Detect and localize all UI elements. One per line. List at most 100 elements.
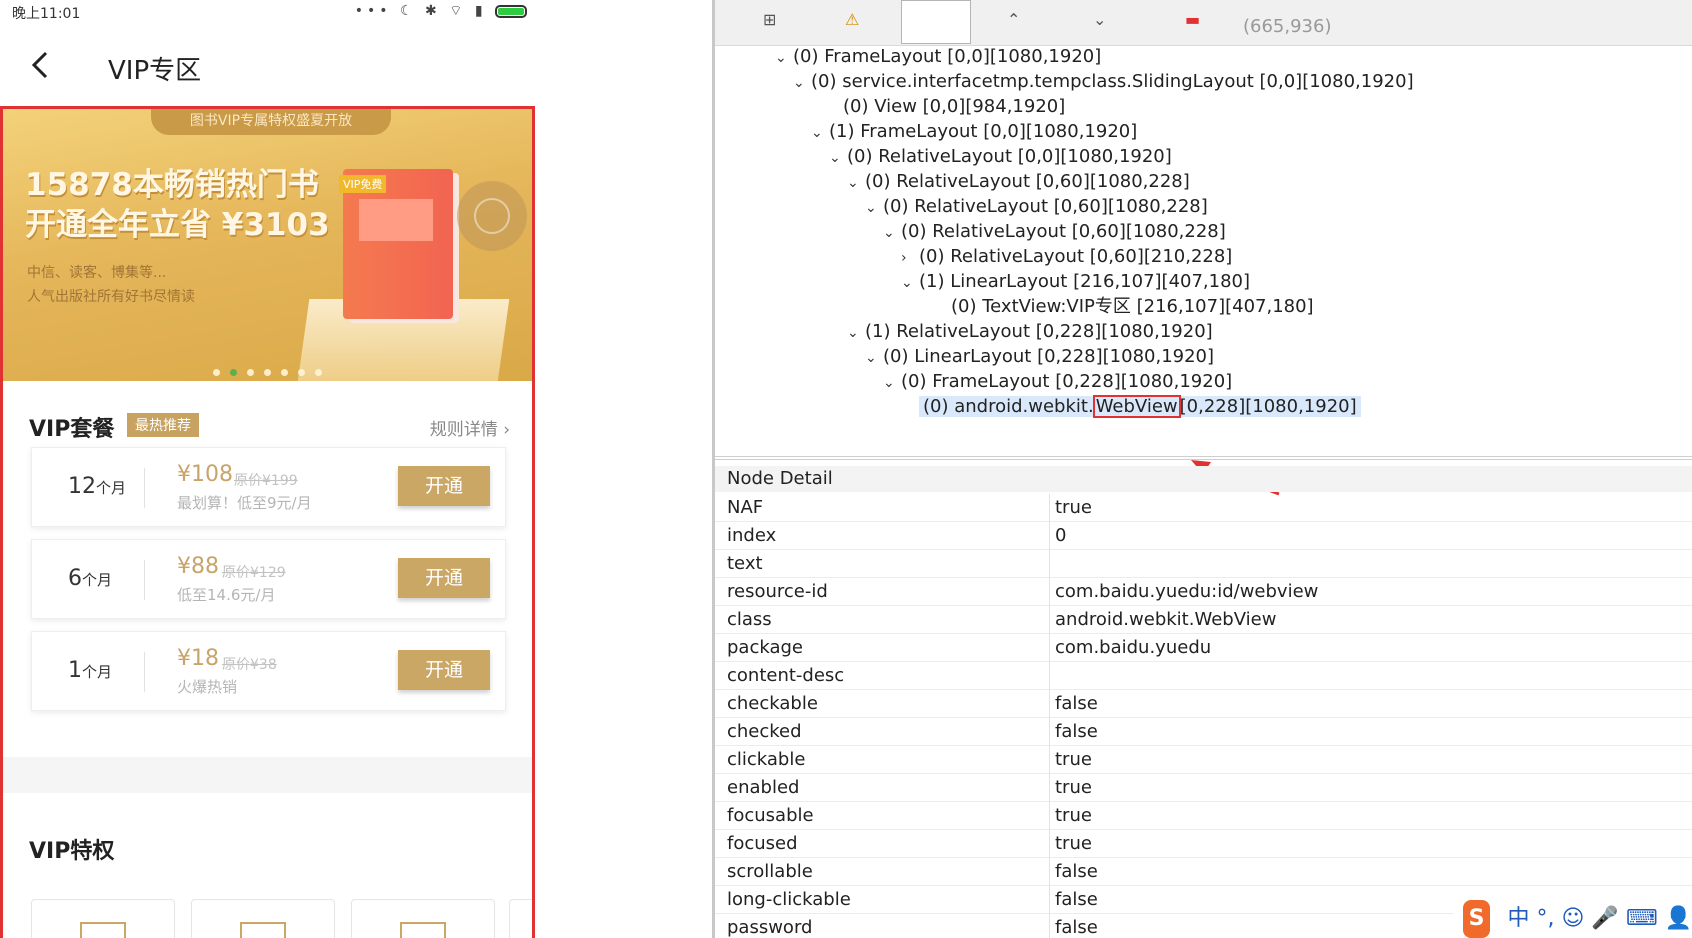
microphone-icon[interactable]: 🎤 [1591,906,1618,931]
detail-row[interactable]: content-desc [715,662,1692,690]
detail-key: checkable [727,693,818,714]
tree-node-label: (0) LinearLayout [0,228][1080,1920] [883,346,1215,367]
tree-node[interactable]: ⌄ (0) RelativeLayout [0,60][1080,228] [883,219,1226,245]
chevron-down-icon[interactable]: ⌄ [829,145,847,171]
tree-node[interactable]: ⌄ (1) RelativeLayout [0,228][1080,1920] [847,319,1213,345]
warning-icon[interactable]: ⚠ [845,10,859,29]
detail-row[interactable]: focused true [715,830,1692,858]
chevron-down-icon[interactable]: ⌄ [847,170,865,196]
detail-row[interactable]: scrollable false [715,858,1692,886]
detail-row[interactable]: text [715,550,1692,578]
tree-node[interactable]: ⌄ (0) service.interfacetmp.tempclass.Slid… [793,69,1414,95]
plan-card-1m[interactable]: 1个月 ¥18 原价¥38 火爆热销 开通 [31,631,506,711]
back-icon[interactable] [28,50,52,80]
detail-key: scrollable [727,861,813,882]
open-button-1m[interactable]: 开通 [398,650,490,690]
ime-toolbar[interactable]: S 中 °, ☺ 🎤 ⌨ 👤 [1452,900,1692,938]
plan-months-unit: 个月 [82,571,113,589]
tree-node[interactable]: (0) TextView:VIP专区 [216,107][407,180] [933,294,1314,320]
detail-row[interactable]: resource-id com.baidu.yuedu:id/webview [715,578,1692,606]
chevron-down-icon[interactable]: ⌄ [883,370,901,396]
keyboard-icon[interactable]: ⌨ [1626,906,1658,931]
open-button-6m[interactable]: 开通 [398,558,490,598]
carousel-dot[interactable] [247,369,254,376]
detail-key: password [727,917,813,938]
webview-highlight[interactable]: 图书VIP专属特权盛夏开放 15878本畅销热门书 开通全年立省 ¥3103 中… [0,106,535,938]
chevron-down-icon[interactable]: ⌄ [865,345,883,371]
detail-row[interactable]: enabled true [715,774,1692,802]
chevron-down-icon[interactable]: ⌄ [865,195,883,221]
carousel-dot[interactable] [230,369,237,376]
open-button-12m[interactable]: 开通 [398,466,490,506]
tree-node[interactable]: › (0) RelativeLayout [0,60][210,228] [901,244,1232,270]
expand-all-icon[interactable]: ⊞ [763,10,776,29]
plan-card-6m[interactable]: 6个月 ¥88 原价¥129 低至14.6元/月 开通 [31,539,506,619]
detail-row[interactable]: focusable true [715,802,1692,830]
detail-row[interactable]: clickable true [715,746,1692,774]
tree-node[interactable]: ⌄ (1) LinearLayout [216,107][407,180] [901,269,1250,295]
tree-node[interactable]: ⌄ (1) FrameLayout [0,0][1080,1920] [811,119,1137,145]
privilege-card[interactable] [31,899,175,938]
detail-row[interactable]: package com.baidu.yuedu [715,634,1692,662]
chevron-down-icon[interactable]: ⌄ [847,320,865,346]
emoji-icon[interactable]: ☺ [1561,906,1584,931]
ime-punct-icon[interactable]: °, [1536,906,1554,931]
user-icon[interactable]: 👤 [1665,906,1692,931]
rules-link[interactable]: 规则详情 › [430,415,510,440]
tree-node[interactable]: ⌄ (0) RelativeLayout [0,60][1080,228] [847,169,1190,195]
plan-card-12m[interactable]: 12个月 ¥108 原价¥199 最划算！低至9元/月 开通 [31,447,506,527]
detail-row[interactable]: index 0 [715,522,1692,550]
privilege-icon [240,922,286,938]
promo-banner[interactable]: 图书VIP专属特权盛夏开放 15878本畅销热门书 开通全年立省 ¥3103 中… [3,109,532,381]
chevron-right-icon[interactable]: › [901,245,919,271]
chevron-down-icon[interactable]: ⌄ [793,70,811,96]
carousel-dot[interactable] [264,369,271,376]
chevron-down-icon[interactable]: ⌄ [901,270,919,296]
detail-value: android.webkit.WebView [1055,609,1277,630]
carousel-dot[interactable] [281,369,288,376]
detail-key: text [727,553,763,574]
plans-title: VIP套餐 [29,417,115,442]
tree-node[interactable]: (0) View [0,0][984,1920] [825,94,1065,120]
column-divider [1049,494,1050,522]
detail-row[interactable]: checked false [715,718,1692,746]
toolbar-active-button[interactable] [901,0,971,44]
tree-node[interactable]: ⌄ (0) FrameLayout [0,0][1080,1920] [775,44,1101,70]
tree-node-selected[interactable]: (0) android.webkit. WebView [0,228][1080,1… [901,394,1361,420]
carousel-dot[interactable] [298,369,305,376]
privilege-card[interactable] [509,899,532,938]
privilege-card[interactable] [191,899,335,938]
tree-node[interactable]: ⌄ (0) RelativeLayout [0,0][1080,1920] [829,144,1172,170]
tree-node[interactable]: ⌄ (0) FrameLayout [0,228][1080,1920] [883,369,1232,395]
chevron-down-icon[interactable]: ⌄ [775,45,793,71]
inspector-toolbar: ⊞ ⚠ ⌃ ⌄ ▬ (665,936) [715,0,1692,46]
detail-value: true [1055,833,1092,854]
detail-row[interactable]: NAF true [715,494,1692,522]
privileges-title: VIP特权 [29,839,115,864]
carousel-dots[interactable] [213,361,332,376]
carousel-dot[interactable] [315,369,322,376]
banner-subtext: 中信、读客、博集等... 人气出版社所有好书尽情读 [27,261,195,309]
banner-ribbon: 图书VIP专属特权盛夏开放 [151,109,391,135]
privilege-icon [400,922,446,938]
ime-chinese-mode[interactable]: 中 [1507,906,1529,931]
tree-node[interactable]: ⌄ (0) RelativeLayout [0,60][1080,228] [865,194,1208,220]
title-bar: VIP专区 [0,24,535,106]
carousel-dot[interactable] [213,369,220,376]
hierarchy-tree[interactable]: ⌄ (0) FrameLayout [0,0][1080,1920] ⌄ (0) se… [715,46,1692,460]
battery-icon [495,4,527,18]
detail-value: com.baidu.yuedu [1055,637,1212,658]
tree-node-label: (0) TextView:VIP专区 [216,107][407,180] [951,296,1314,317]
selected-node-prefix: (0) android.webkit. [923,396,1094,417]
tree-node-label: (0) RelativeLayout [0,60][1080,228] [865,171,1190,192]
detail-row[interactable]: class android.webkit.WebView [715,606,1692,634]
privilege-card[interactable] [351,899,495,938]
chevron-up-icon[interactable]: ⌃ [1007,10,1020,29]
minus-icon[interactable]: ▬ [1185,10,1200,29]
chevron-down-icon[interactable]: ⌄ [1093,10,1106,29]
detail-row[interactable]: checkable false [715,690,1692,718]
chevron-down-icon[interactable]: ⌄ [811,120,829,146]
tree-node[interactable]: ⌄ (0) LinearLayout [0,228][1080,1920] [865,344,1214,370]
column-divider [1049,746,1050,774]
chevron-down-icon[interactable]: ⌄ [883,220,901,246]
